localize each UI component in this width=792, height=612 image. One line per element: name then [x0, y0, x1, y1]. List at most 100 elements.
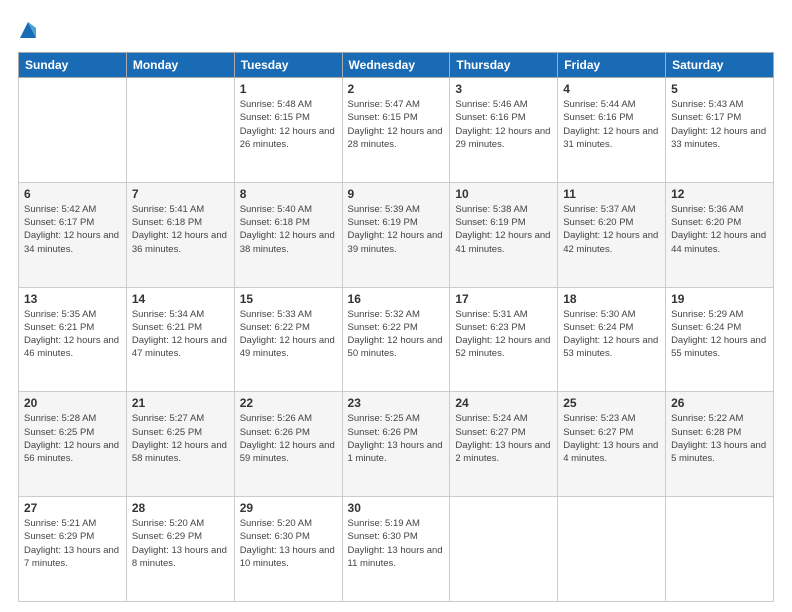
day-info: Sunrise: 5:19 AM Sunset: 6:30 PM Dayligh…	[348, 517, 445, 570]
calendar-cell: 28 Sunrise: 5:20 AM Sunset: 6:29 PM Dayli…	[126, 497, 234, 602]
calendar-cell: 29Sunrise: 5:20 AM Sunset: 6:30 PM Dayli…	[234, 497, 342, 602]
logo	[18, 18, 42, 42]
day-number: 27	[24, 501, 121, 515]
day-info: Sunrise: 5:21 AM Sunset: 6:29 PM Dayligh…	[24, 517, 121, 570]
col-header-monday: Monday	[126, 53, 234, 78]
col-header-sunday: Sunday	[19, 53, 127, 78]
calendar-cell	[558, 497, 666, 602]
day-number: 14	[132, 292, 229, 306]
day-number: 7	[132, 187, 229, 201]
day-number: 10	[455, 187, 552, 201]
day-number: 18	[563, 292, 660, 306]
calendar-cell: 26 Sunrise: 5:22 AM Sunset: 6:28 PM Dayli…	[666, 392, 774, 497]
calendar-cell: 30 Sunrise: 5:19 AM Sunset: 6:30 PM Dayli…	[342, 497, 450, 602]
day-number: 26	[671, 396, 768, 410]
day-number: 3	[455, 82, 552, 96]
col-header-saturday: Saturday	[666, 53, 774, 78]
day-info: Sunrise: 5:46 AM Sunset: 6:16 PM Dayligh…	[455, 98, 552, 151]
week-row-4: 20 Sunrise: 5:28 AM Sunset: 6:25 PM Dayli…	[19, 392, 774, 497]
calendar-cell: 14 Sunrise: 5:34 AM Sunset: 6:21 PM Dayli…	[126, 287, 234, 392]
day-number: 11	[563, 187, 660, 201]
day-info: Sunrise: 5:30 AM Sunset: 6:24 PM Dayligh…	[563, 308, 660, 361]
calendar-cell: 7 Sunrise: 5:41 AM Sunset: 6:18 PM Daylig…	[126, 182, 234, 287]
calendar-cell: 23 Sunrise: 5:25 AM Sunset: 6:26 PM Dayli…	[342, 392, 450, 497]
calendar-cell: 18 Sunrise: 5:30 AM Sunset: 6:24 PM Dayli…	[558, 287, 666, 392]
day-info: Sunrise: 5:41 AM Sunset: 6:18 PM Dayligh…	[132, 203, 229, 256]
day-number: 6	[24, 187, 121, 201]
calendar-cell: 2 Sunrise: 5:47 AM Sunset: 6:15 PM Daylig…	[342, 78, 450, 183]
day-info: Sunrise: 5:33 AM Sunset: 6:22 PM Dayligh…	[240, 308, 337, 361]
day-number: 2	[348, 82, 445, 96]
day-info: Sunrise: 5:44 AM Sunset: 6:16 PM Dayligh…	[563, 98, 660, 151]
col-header-friday: Friday	[558, 53, 666, 78]
day-number: 30	[348, 501, 445, 515]
calendar-cell: 24Sunrise: 5:24 AM Sunset: 6:27 PM Dayli…	[450, 392, 558, 497]
calendar-cell: 25 Sunrise: 5:23 AM Sunset: 6:27 PM Dayli…	[558, 392, 666, 497]
day-info: Sunrise: 5:35 AM Sunset: 6:21 PM Dayligh…	[24, 308, 121, 361]
day-info: Sunrise: 5:24 AM Sunset: 6:27 PM Dayligh…	[455, 412, 552, 465]
calendar-cell: 6 Sunrise: 5:42 AM Sunset: 6:17 PM Daylig…	[19, 182, 127, 287]
calendar-cell: 19Sunrise: 5:29 AM Sunset: 6:24 PM Dayli…	[666, 287, 774, 392]
day-number: 9	[348, 187, 445, 201]
day-info: Sunrise: 5:43 AM Sunset: 6:17 PM Dayligh…	[671, 98, 768, 151]
calendar-cell: 8 Sunrise: 5:40 AM Sunset: 6:18 PM Daylig…	[234, 182, 342, 287]
week-row-2: 6 Sunrise: 5:42 AM Sunset: 6:17 PM Daylig…	[19, 182, 774, 287]
day-number: 28	[132, 501, 229, 515]
page: SundayMondayTuesdayWednesdayThursdayFrid…	[0, 0, 792, 612]
day-number: 16	[348, 292, 445, 306]
calendar-cell: 12 Sunrise: 5:36 AM Sunset: 6:20 PM Dayli…	[666, 182, 774, 287]
header	[18, 18, 774, 42]
day-info: Sunrise: 5:27 AM Sunset: 6:25 PM Dayligh…	[132, 412, 229, 465]
day-number: 22	[240, 396, 337, 410]
day-number: 13	[24, 292, 121, 306]
day-info: Sunrise: 5:47 AM Sunset: 6:15 PM Dayligh…	[348, 98, 445, 151]
week-row-1: 1 Sunrise: 5:48 AM Sunset: 6:15 PM Daylig…	[19, 78, 774, 183]
logo-icon	[18, 18, 38, 42]
calendar-header-row: SundayMondayTuesdayWednesdayThursdayFrid…	[19, 53, 774, 78]
calendar-cell	[666, 497, 774, 602]
day-number: 29	[240, 501, 337, 515]
calendar-cell: 1 Sunrise: 5:48 AM Sunset: 6:15 PM Daylig…	[234, 78, 342, 183]
col-header-thursday: Thursday	[450, 53, 558, 78]
calendar-cell: 17Sunrise: 5:31 AM Sunset: 6:23 PM Dayli…	[450, 287, 558, 392]
day-number: 23	[348, 396, 445, 410]
day-info: Sunrise: 5:32 AM Sunset: 6:22 PM Dayligh…	[348, 308, 445, 361]
day-number: 8	[240, 187, 337, 201]
week-row-3: 13 Sunrise: 5:35 AM Sunset: 6:21 PM Dayli…	[19, 287, 774, 392]
day-info: Sunrise: 5:37 AM Sunset: 6:20 PM Dayligh…	[563, 203, 660, 256]
calendar-cell	[19, 78, 127, 183]
calendar-cell: 5 Sunrise: 5:43 AM Sunset: 6:17 PM Daylig…	[666, 78, 774, 183]
calendar-table: SundayMondayTuesdayWednesdayThursdayFrid…	[18, 52, 774, 602]
day-info: Sunrise: 5:34 AM Sunset: 6:21 PM Dayligh…	[132, 308, 229, 361]
calendar-cell	[450, 497, 558, 602]
col-header-tuesday: Tuesday	[234, 53, 342, 78]
day-number: 12	[671, 187, 768, 201]
day-number: 25	[563, 396, 660, 410]
calendar-cell: 27 Sunrise: 5:21 AM Sunset: 6:29 PM Dayli…	[19, 497, 127, 602]
calendar-cell: 11 Sunrise: 5:37 AM Sunset: 6:20 PM Dayli…	[558, 182, 666, 287]
day-info: Sunrise: 5:31 AM Sunset: 6:23 PM Dayligh…	[455, 308, 552, 361]
day-info: Sunrise: 5:42 AM Sunset: 6:17 PM Dayligh…	[24, 203, 121, 256]
col-header-wednesday: Wednesday	[342, 53, 450, 78]
day-info: Sunrise: 5:20 AM Sunset: 6:29 PM Dayligh…	[132, 517, 229, 570]
day-info: Sunrise: 5:36 AM Sunset: 6:20 PM Dayligh…	[671, 203, 768, 256]
day-info: Sunrise: 5:22 AM Sunset: 6:28 PM Dayligh…	[671, 412, 768, 465]
day-info: Sunrise: 5:38 AM Sunset: 6:19 PM Dayligh…	[455, 203, 552, 256]
day-info: Sunrise: 5:28 AM Sunset: 6:25 PM Dayligh…	[24, 412, 121, 465]
day-info: Sunrise: 5:40 AM Sunset: 6:18 PM Dayligh…	[240, 203, 337, 256]
calendar-cell: 13 Sunrise: 5:35 AM Sunset: 6:21 PM Dayli…	[19, 287, 127, 392]
calendar-cell: 20 Sunrise: 5:28 AM Sunset: 6:25 PM Dayli…	[19, 392, 127, 497]
week-row-5: 27 Sunrise: 5:21 AM Sunset: 6:29 PM Dayli…	[19, 497, 774, 602]
day-number: 1	[240, 82, 337, 96]
calendar-cell: 21 Sunrise: 5:27 AM Sunset: 6:25 PM Dayli…	[126, 392, 234, 497]
day-info: Sunrise: 5:25 AM Sunset: 6:26 PM Dayligh…	[348, 412, 445, 465]
calendar-cell: 16 Sunrise: 5:32 AM Sunset: 6:22 PM Dayli…	[342, 287, 450, 392]
day-number: 20	[24, 396, 121, 410]
day-number: 21	[132, 396, 229, 410]
day-info: Sunrise: 5:48 AM Sunset: 6:15 PM Dayligh…	[240, 98, 337, 151]
day-number: 19	[671, 292, 768, 306]
calendar-cell: 9Sunrise: 5:39 AM Sunset: 6:19 PM Daylig…	[342, 182, 450, 287]
calendar-cell: 15Sunrise: 5:33 AM Sunset: 6:22 PM Dayli…	[234, 287, 342, 392]
day-info: Sunrise: 5:23 AM Sunset: 6:27 PM Dayligh…	[563, 412, 660, 465]
day-number: 5	[671, 82, 768, 96]
